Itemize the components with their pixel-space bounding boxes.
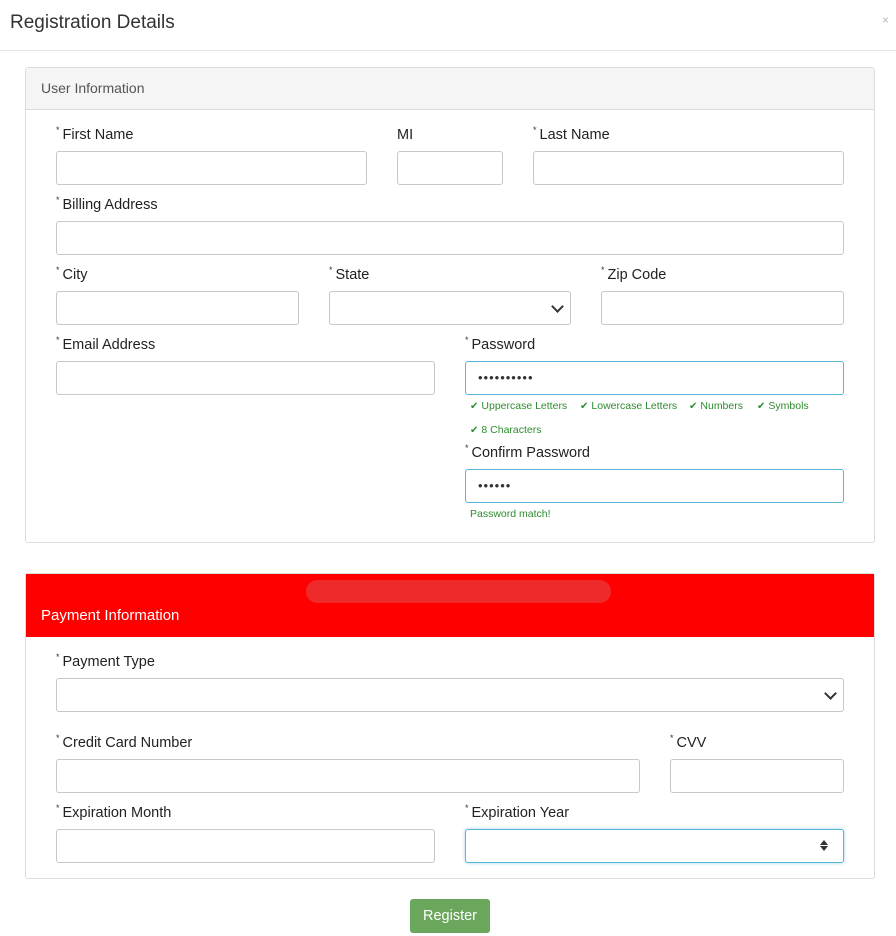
password-match-message: Password match! (470, 508, 551, 520)
confirm-password-label: * Confirm Password (465, 443, 590, 461)
expiration-year-input[interactable] (465, 829, 844, 863)
confirm-password-input[interactable]: •••••• (465, 469, 844, 503)
city-input[interactable] (56, 291, 299, 325)
check-length: ✔ 8 Characters (470, 424, 542, 436)
modal-title: Registration Details (10, 12, 175, 33)
chevron-down-icon (551, 300, 564, 313)
billing-address-label: * Billing Address (56, 195, 158, 213)
modal-header: Registration Details × (0, 0, 896, 51)
state-select[interactable] (329, 291, 571, 325)
credit-card-number-input[interactable] (56, 759, 640, 793)
check-icon: ✔ (689, 401, 698, 412)
state-label: * State (329, 265, 370, 283)
expiration-year-label: * Expiration Year (465, 803, 570, 821)
last-name-label: * Last Name (533, 125, 610, 143)
check-icon: ✔ (580, 401, 589, 412)
payment-type-select[interactable] (56, 678, 844, 712)
close-icon[interactable]: × (882, 13, 889, 27)
confirm-password-mask: •••••• (478, 478, 512, 493)
zip-code-label: * Zip Code (601, 265, 667, 283)
user-information-header: User Information (26, 68, 874, 110)
cvv-input[interactable] (670, 759, 844, 793)
zip-code-input[interactable] (601, 291, 844, 325)
expiration-month-label: * Expiration Month (56, 803, 172, 821)
header-highlight (306, 580, 611, 603)
email-address-label: * Email Address (56, 335, 156, 353)
password-label: * Password (465, 335, 536, 353)
first-name-label: * First Name (56, 125, 134, 143)
chevron-down-icon (824, 687, 837, 700)
check-symbols: ✔ Symbols (757, 400, 809, 412)
payment-type-label: * Payment Type (56, 652, 155, 670)
password-input[interactable]: •••••••••• (465, 361, 844, 395)
user-information-title: User Information (41, 80, 145, 96)
check-icon: ✔ (757, 401, 766, 412)
check-uppercase: ✔ Uppercase Letters (470, 400, 568, 412)
credit-card-number-label: * Credit Card Number (56, 733, 193, 751)
expiration-month-input[interactable] (56, 829, 435, 863)
number-spinner-icon[interactable] (819, 839, 829, 855)
mi-label: MI (397, 127, 414, 143)
register-button[interactable]: Register (410, 899, 490, 933)
cvv-label: * CVV (670, 733, 707, 751)
billing-address-input[interactable] (56, 221, 844, 255)
email-address-input[interactable] (56, 361, 435, 395)
first-name-input[interactable] (56, 151, 367, 185)
check-icon: ✔ (470, 401, 479, 412)
payment-information-header: Payment Information (26, 574, 874, 637)
city-label: * City (56, 265, 88, 283)
check-icon: ✔ (470, 425, 479, 436)
payment-information-title: Payment Information (41, 607, 180, 624)
check-numbers: ✔ Numbers (689, 400, 743, 412)
last-name-input[interactable] (533, 151, 844, 185)
password-mask: •••••••••• (478, 370, 534, 385)
mi-input[interactable] (397, 151, 503, 185)
check-lowercase: ✔ Lowercase Letters (580, 400, 678, 412)
